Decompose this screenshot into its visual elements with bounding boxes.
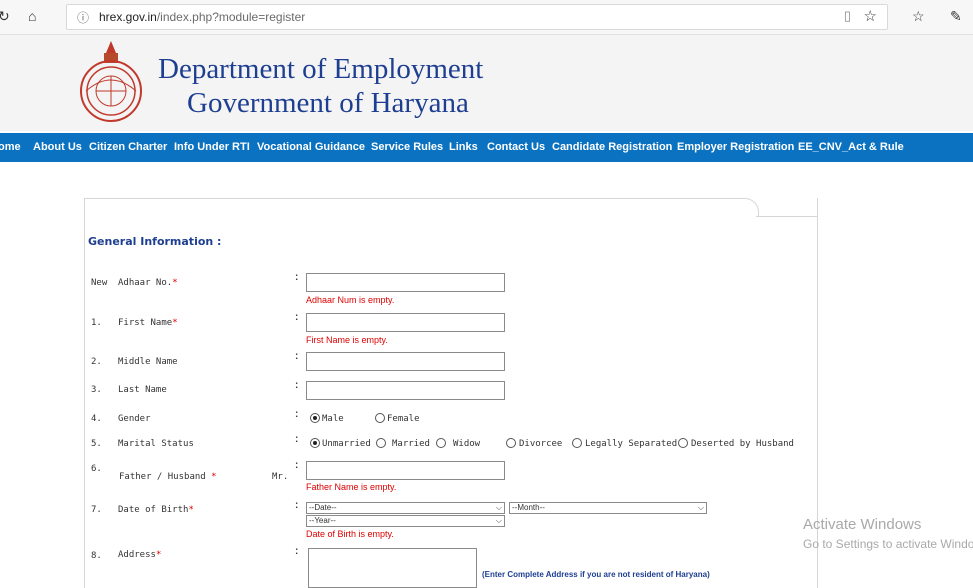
panel-top-border — [84, 198, 744, 199]
adhaar-input[interactable] — [306, 273, 505, 292]
father-name-input[interactable] — [306, 461, 505, 480]
dob-num: 7. — [91, 505, 102, 515]
dob-date-select[interactable]: --Date-- ⌵ — [306, 502, 505, 514]
url-text: hrex.gov.in/index.php?module=register — [99, 10, 306, 24]
nav-info-under-rti[interactable]: Info Under RTI — [174, 141, 250, 153]
nav-links[interactable]: Links — [449, 141, 478, 153]
section-title: General Information : — [88, 235, 222, 248]
marital-married-label: Married — [392, 439, 430, 449]
activate-windows-hint: Go to Settings to activate Windo — [803, 537, 973, 551]
middle-name-input[interactable] — [306, 352, 505, 371]
marital-num: 5. — [91, 439, 102, 449]
middle-name-label: Middle Name — [118, 357, 178, 367]
marital-divorcee-label: Divorcee — [519, 439, 563, 449]
first-name-error: First Name is empty. — [306, 335, 388, 345]
favorite-star-icon[interactable]: ☆ — [864, 7, 877, 25]
marital-deserted-label: Deserted by Husband — [691, 439, 794, 449]
activate-windows-watermark: Activate Windows — [803, 516, 922, 533]
nav-home[interactable]: ome — [0, 141, 21, 153]
chevron-down-icon: ⌵ — [495, 516, 502, 525]
nav-vocational-guidance[interactable]: Vocational Guidance — [257, 141, 365, 153]
adhaar-label: Adhaar No.* — [118, 278, 178, 288]
address-textarea[interactable] — [308, 548, 477, 588]
address-label: Address* — [118, 550, 162, 560]
middle-name-num: 2. — [91, 357, 102, 367]
address-bar[interactable]: ⓘ hrex.gov.in/index.php?module=register … — [66, 4, 888, 30]
nav-contact-us[interactable]: Contact Us — [487, 141, 545, 153]
first-name-label: First Name* — [118, 318, 178, 328]
government-title: Government of Haryana — [187, 87, 469, 119]
adhaar-prefix: New — [91, 278, 108, 288]
marital-deserted-radio[interactable] — [678, 438, 688, 448]
last-name-label: Last Name — [118, 385, 167, 395]
nav-about-us[interactable]: About Us — [33, 141, 82, 153]
first-name-input[interactable] — [306, 313, 505, 332]
gender-male-label: Male — [322, 414, 344, 424]
marital-widow-label: Widow — [453, 439, 481, 449]
last-name-input[interactable] — [306, 381, 505, 400]
chevron-down-icon: ⌵ — [495, 503, 502, 512]
marital-widow-radio[interactable] — [436, 438, 446, 448]
dob-error: Date of Birth is empty. — [306, 529, 394, 539]
main-nav: ome About Us Citizen Charter Info Under … — [0, 133, 973, 162]
pen-icon[interactable]: ✎ — [950, 8, 962, 25]
father-error: Father Name is empty. — [306, 482, 397, 492]
gender-male-radio[interactable] — [310, 413, 320, 423]
gender-female-label: Female — [387, 414, 420, 424]
marital-legally-separated-label: Legally Separated — [585, 439, 678, 449]
dob-label: Date of Birth* — [118, 505, 194, 515]
marital-unmarried-radio[interactable] — [310, 438, 320, 448]
father-mr-label: Mr. — [272, 472, 289, 482]
home-icon[interactable]: ⌂ — [28, 8, 36, 24]
site-header: Department of Employment Government of H… — [0, 35, 973, 131]
address-num: 8. — [91, 551, 102, 561]
marital-unmarried-label: Unmarried — [322, 439, 371, 449]
gender-num: 4. — [91, 414, 102, 424]
browser-toolbar: ↻ ⌂ ⓘ hrex.gov.in/index.php?module=regis… — [0, 0, 973, 35]
marital-divorcee-radio[interactable] — [506, 438, 516, 448]
gender-female-radio[interactable] — [375, 413, 385, 423]
gender-label: Gender — [118, 414, 151, 424]
dob-year-select[interactable]: --Year-- ⌵ — [306, 515, 505, 527]
department-title: Department of Employment — [158, 53, 484, 85]
marital-label: Marital Status — [118, 439, 194, 449]
panel-tab-border — [756, 216, 817, 217]
chevron-down-icon: ⌵ — [697, 503, 704, 512]
favorites-list-icon[interactable]: ☆ — [912, 8, 925, 25]
nav-candidate-registration[interactable]: Candidate Registration — [552, 141, 672, 153]
dob-month-select[interactable]: --Month-- ⌵ — [509, 502, 707, 514]
last-name-num: 3. — [91, 385, 102, 395]
info-icon[interactable]: ⓘ — [77, 9, 89, 26]
marital-married-radio[interactable] — [376, 438, 386, 448]
adhaar-error: Adhaar Num is empty. — [306, 295, 395, 305]
haryana-emblem-icon — [80, 41, 142, 122]
nav-service-rules[interactable]: Service Rules — [371, 141, 443, 153]
nav-employer-registration[interactable]: Employer Registration — [677, 141, 794, 153]
nav-citizen-charter[interactable]: Citizen Charter — [89, 141, 167, 153]
nav-ee-cnv-act[interactable]: EE_CNV_Act & Rule — [798, 141, 904, 153]
father-label: Father / Husband * — [119, 472, 217, 482]
first-name-num: 1. — [91, 318, 102, 328]
refresh-icon[interactable]: ↻ — [0, 8, 10, 25]
reading-view-icon[interactable]: ▯ — [844, 8, 851, 24]
father-num: 6. — [91, 464, 102, 474]
marital-legally-separated-radio[interactable] — [572, 438, 582, 448]
